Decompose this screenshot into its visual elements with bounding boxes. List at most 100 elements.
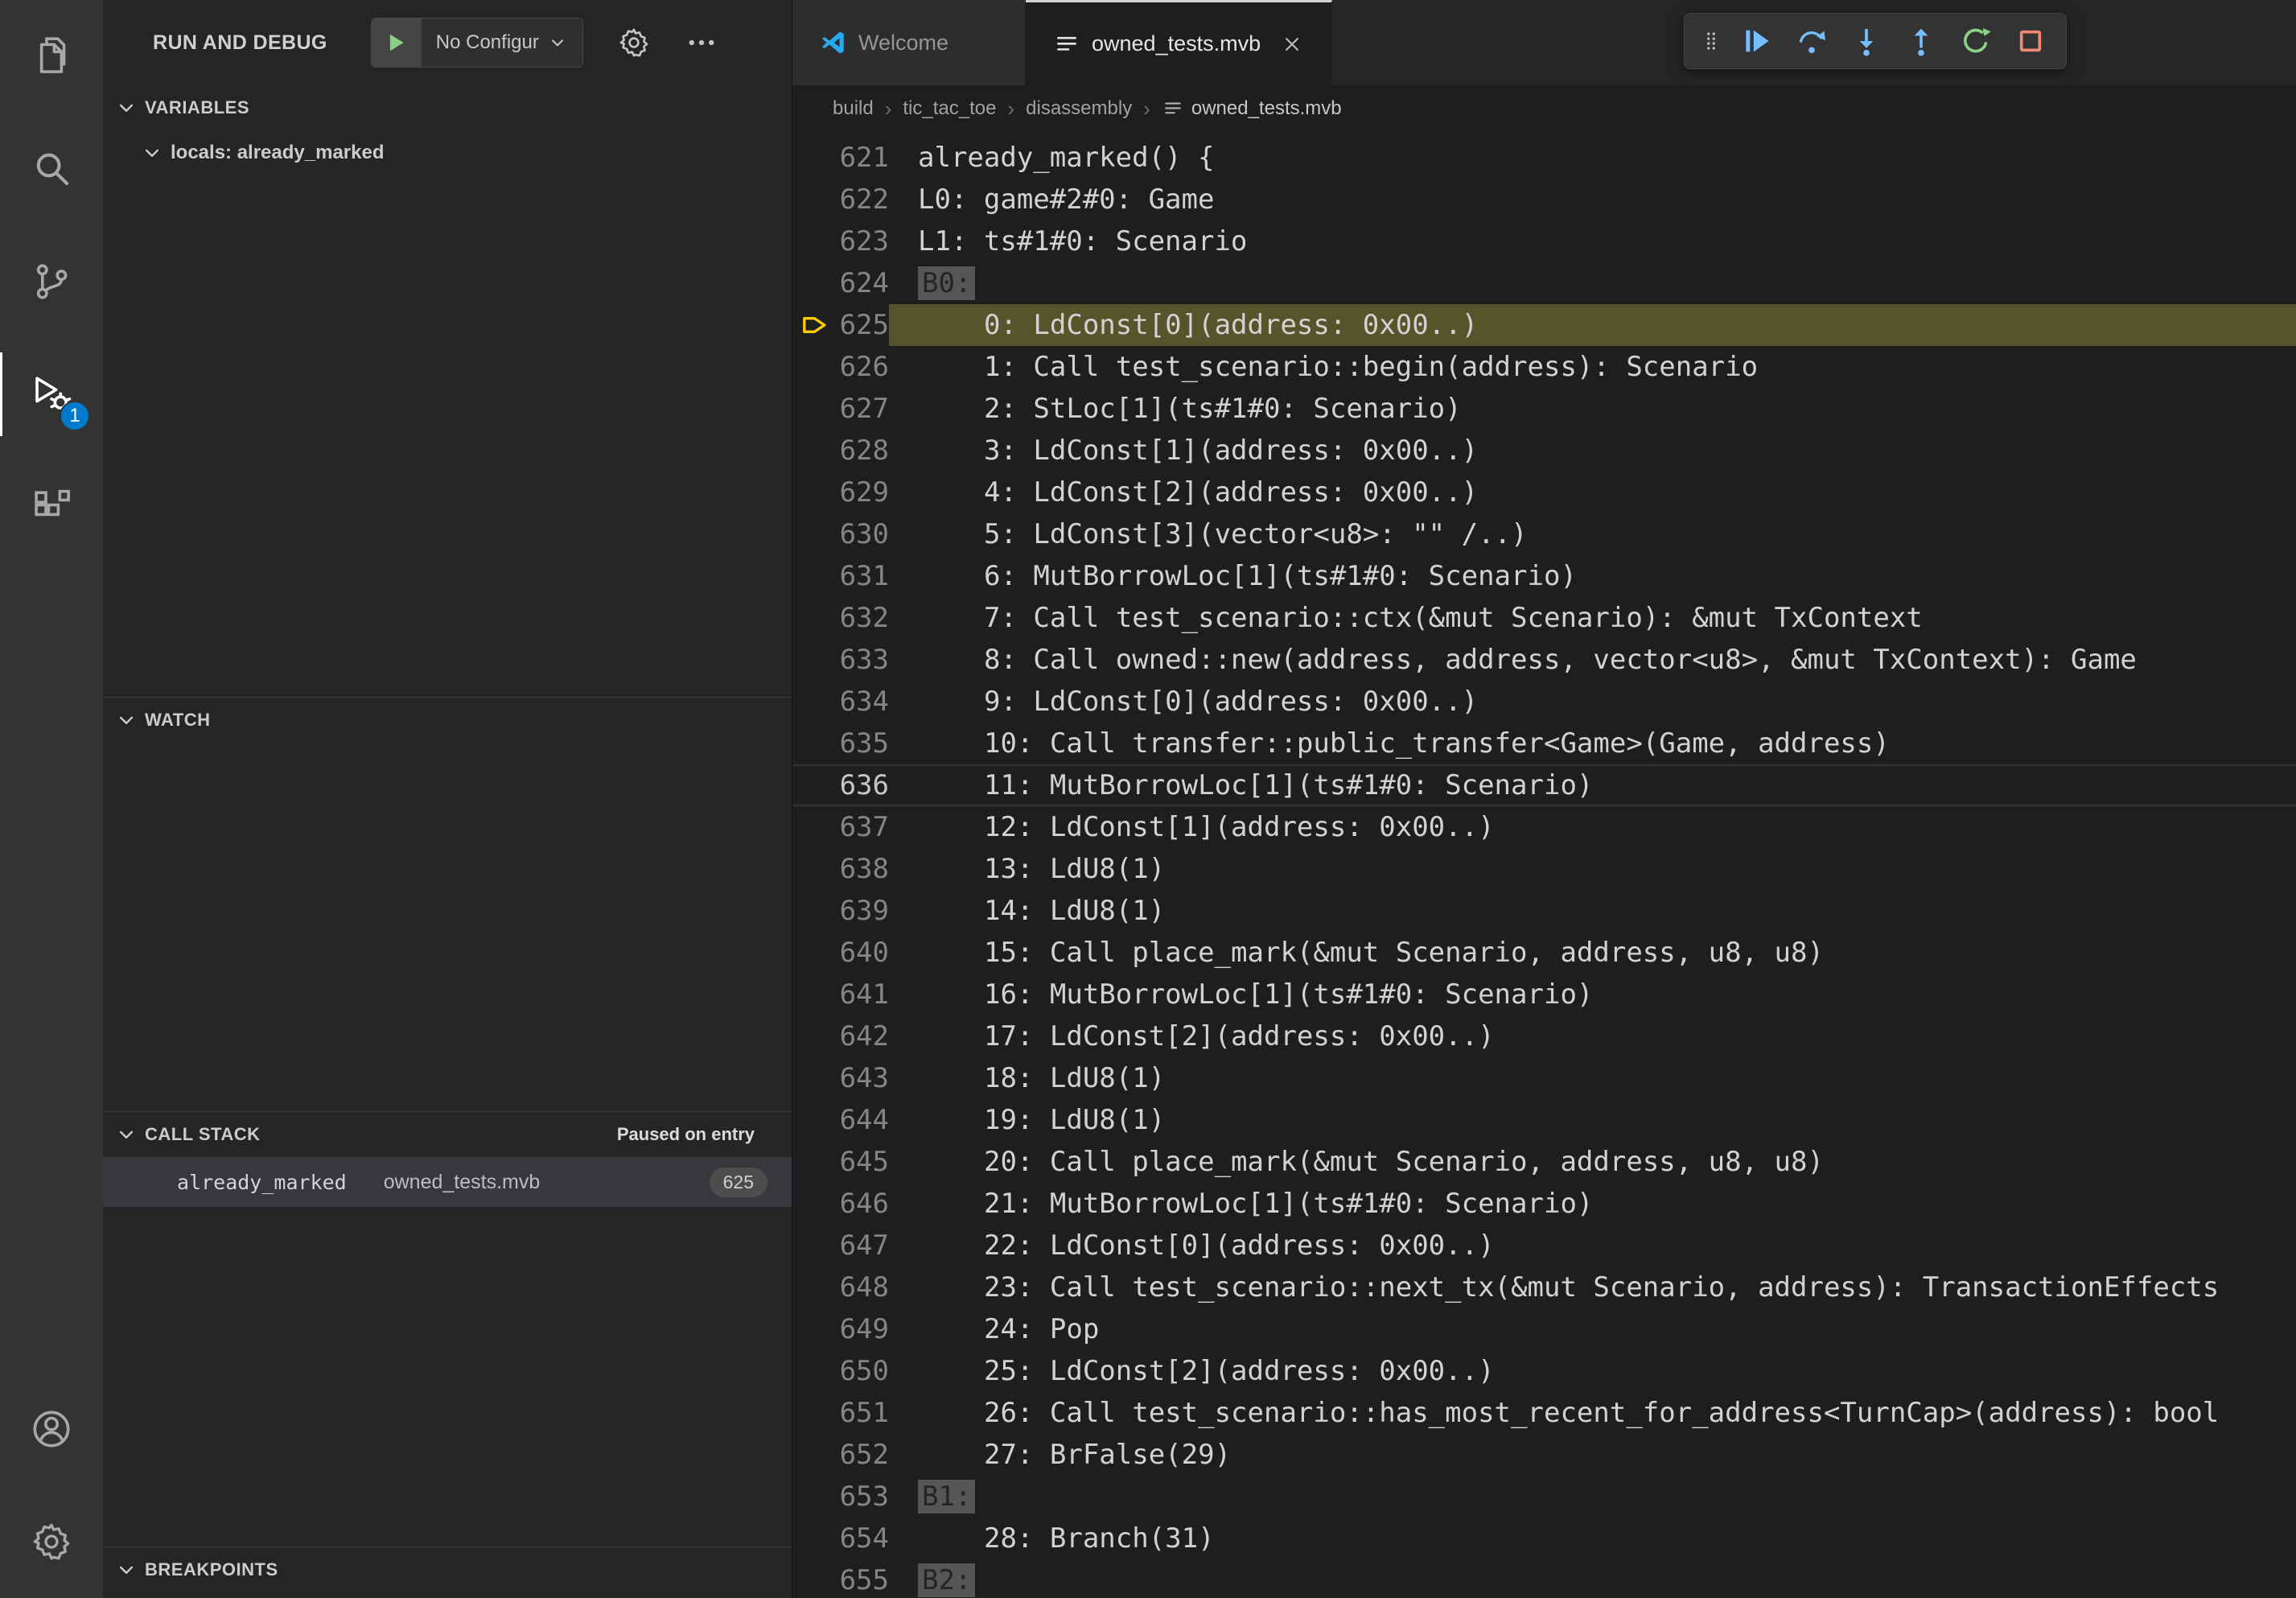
stop-button[interactable] [2003,17,2058,65]
breadcrumb-item-tic-tac-toe[interactable]: tic_tac_toe [903,97,996,120]
breakpoint-gutter[interactable] [792,1559,839,1598]
line-content[interactable]: 24: Pop [889,1308,2296,1350]
breakpoint-gutter[interactable] [792,1518,839,1559]
breakpoint-gutter[interactable] [792,513,839,555]
line-number[interactable]: 644 [839,1099,889,1141]
line-content[interactable]: 7: Call test_scenario::ctx(&mut Scenario… [889,597,2296,639]
breadcrumb-item-owned-tests-mvb[interactable]: owned_tests.mvb [1162,97,1342,120]
breakpoint-gutter[interactable] [792,262,839,304]
breakpoint-gutter[interactable] [792,304,839,346]
step-out-button[interactable] [1894,17,1948,65]
activity-item-extensions[interactable] [0,451,103,563]
line-content[interactable]: 10: Call transfer::public_transfer<Game>… [889,723,2296,764]
activity-item-source-control[interactable] [0,225,103,338]
line-content[interactable]: 19: LdU8(1) [889,1099,2296,1141]
line-content[interactable]: 18: LdU8(1) [889,1057,2296,1099]
breakpoint-gutter[interactable] [792,681,839,723]
line-content[interactable]: B1: [889,1476,2296,1518]
line-number[interactable]: 621 [839,137,889,179]
breakpoint-gutter[interactable] [792,220,839,262]
line-number[interactable]: 629 [839,472,889,513]
line-content[interactable]: 20: Call place_mark(&mut Scenario, addre… [889,1141,2296,1183]
step-over-button[interactable] [1784,17,1839,65]
line-number[interactable]: 650 [839,1350,889,1392]
watch-section-header[interactable]: WATCH [103,698,792,743]
step-into-button[interactable] [1839,17,1894,65]
breakpoint-gutter[interactable] [792,1266,839,1308]
line-content[interactable]: 22: LdConst[0](address: 0x00..) [889,1225,2296,1266]
breakpoint-gutter[interactable] [792,723,839,764]
breadcrumb-item-build[interactable]: build [833,97,874,120]
breakpoint-gutter[interactable] [792,1141,839,1183]
breakpoint-gutter[interactable] [792,1434,839,1476]
line-content[interactable]: 26: Call test_scenario::has_most_recent_… [889,1392,2296,1434]
line-content[interactable]: L0: game#2#0: Game [889,179,2296,220]
line-content[interactable]: 13: LdU8(1) [889,848,2296,890]
line-content[interactable]: 27: BrFalse(29) [889,1434,2296,1476]
line-number[interactable]: 639 [839,890,889,932]
line-content[interactable]: 3: LdConst[1](address: 0x00..) [889,430,2296,472]
line-content[interactable]: 0: LdConst[0](address: 0x00..) [889,304,2296,346]
line-content[interactable]: 21: MutBorrowLoc[1](ts#1#0: Scenario) [889,1183,2296,1225]
toolbar-drag-handle[interactable] [1693,17,1730,65]
line-number[interactable]: 641 [839,974,889,1015]
line-content[interactable]: 23: Call test_scenario::next_tx(&mut Sce… [889,1266,2296,1308]
line-number[interactable]: 654 [839,1518,889,1559]
line-number[interactable]: 632 [839,597,889,639]
line-number[interactable]: 633 [839,639,889,681]
line-number[interactable]: 623 [839,220,889,262]
breakpoint-gutter[interactable] [792,1225,839,1266]
breakpoint-gutter[interactable] [792,137,839,179]
line-number[interactable]: 627 [839,388,889,430]
breakpoint-gutter[interactable] [792,1392,839,1434]
breakpoint-gutter[interactable] [792,1476,839,1518]
line-number[interactable]: 651 [839,1392,889,1434]
breakpoints-section-header[interactable]: BREAKPOINTS [103,1547,792,1592]
breakpoint-gutter[interactable] [792,806,839,848]
line-content[interactable]: L1: ts#1#0: Scenario [889,220,2296,262]
variables-section-header[interactable]: VARIABLES [103,85,792,130]
breakpoint-gutter[interactable] [792,1350,839,1392]
line-number[interactable]: 635 [839,723,889,764]
breakpoint-gutter[interactable] [792,764,839,806]
line-number[interactable]: 624 [839,262,889,304]
call-stack-section-header[interactable]: CALL STACK Paused on entry [103,1112,792,1157]
activity-item-explorer[interactable] [0,0,103,113]
breakpoint-gutter[interactable] [792,388,839,430]
line-content[interactable]: 8: Call owned::new(address, address, vec… [889,639,2296,681]
breakpoint-gutter[interactable] [792,890,839,932]
breakpoint-gutter[interactable] [792,430,839,472]
line-number[interactable]: 655 [839,1559,889,1598]
line-content[interactable]: 15: Call place_mark(&mut Scenario, addre… [889,932,2296,974]
line-number[interactable]: 636 [839,764,889,806]
breakpoint-gutter[interactable] [792,974,839,1015]
more-actions-icon[interactable] [685,26,718,60]
breakpoint-gutter[interactable] [792,1057,839,1099]
tab-owned-tests-mvb[interactable]: owned_tests.mvb [1026,0,1332,85]
activity-item-settings[interactable] [0,1485,103,1598]
continue-button[interactable] [1730,17,1784,65]
breakpoint-gutter[interactable] [792,555,839,597]
breakpoint-gutter[interactable] [792,346,839,388]
line-number[interactable]: 631 [839,555,889,597]
variables-scope-row[interactable]: locals: already_marked [103,130,792,175]
line-number[interactable]: 653 [839,1476,889,1518]
restart-button[interactable] [1948,17,2003,65]
breakpoint-gutter[interactable] [792,1099,839,1141]
activity-item-search[interactable] [0,113,103,225]
line-number[interactable]: 628 [839,430,889,472]
breakpoint-gutter[interactable] [792,848,839,890]
line-number[interactable]: 640 [839,932,889,974]
breakpoint-gutter[interactable] [792,639,839,681]
line-number[interactable]: 626 [839,346,889,388]
line-content[interactable]: 12: LdConst[1](address: 0x00..) [889,806,2296,848]
start-debugging-button[interactable] [372,19,422,67]
line-number[interactable]: 638 [839,848,889,890]
breadcrumb-item-disassembly[interactable]: disassembly [1026,97,1132,120]
breakpoint-gutter[interactable] [792,179,839,220]
debug-config-dropdown[interactable]: No Configur [422,19,582,67]
line-number[interactable]: 643 [839,1057,889,1099]
line-number[interactable]: 646 [839,1183,889,1225]
line-content[interactable]: 17: LdConst[2](address: 0x00..) [889,1015,2296,1057]
line-content[interactable]: 28: Branch(31) [889,1518,2296,1559]
